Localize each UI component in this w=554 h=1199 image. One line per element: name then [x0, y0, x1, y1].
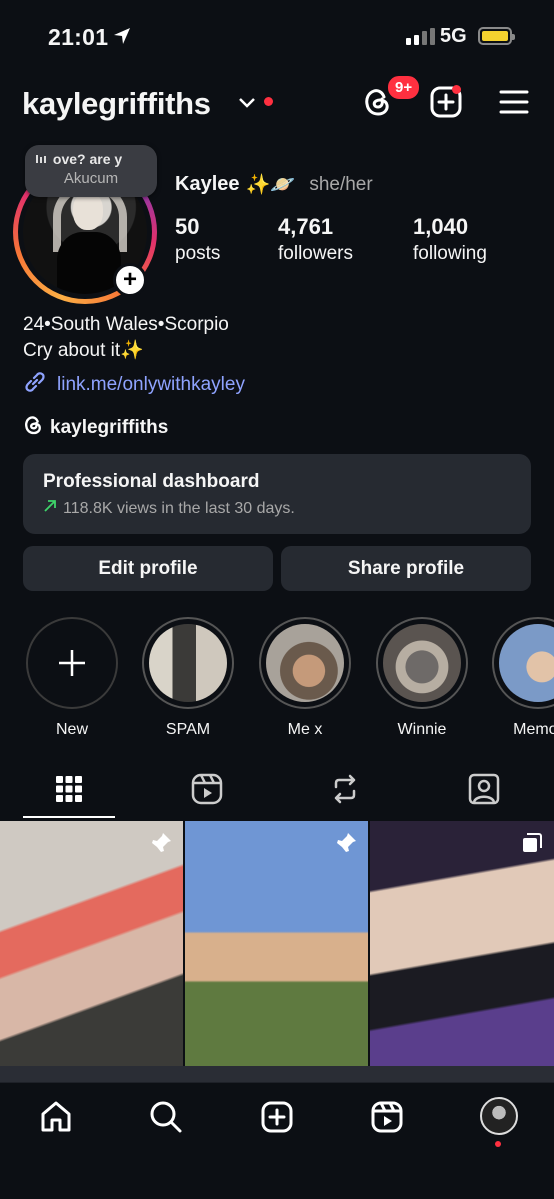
threads-badge[interactable]: kaylegriffiths	[23, 414, 168, 442]
highlight-me-x[interactable]: Me x	[259, 617, 351, 739]
stat-value: 1,040	[413, 214, 469, 239]
highlight-cover	[149, 624, 227, 702]
plus-icon	[59, 650, 85, 676]
bio-line: 24•South Wales•Scorpio	[23, 314, 229, 335]
profile-header: kaylegriffiths 9+	[0, 74, 554, 128]
note-author: Akucum	[63, 170, 119, 187]
add-story-icon[interactable]: +	[113, 263, 147, 297]
bio-line: Cry about it✨	[23, 340, 144, 361]
profile-tabs	[0, 766, 554, 820]
profile-notification-dot	[495, 1141, 501, 1147]
highlight-memories[interactable]: Memor	[492, 617, 554, 739]
location-arrow-icon	[112, 26, 132, 51]
highlight-winnie[interactable]: Winnie	[376, 617, 468, 739]
create-icon[interactable]	[257, 1097, 297, 1137]
link-text: link.me/onlywithkayley	[57, 374, 245, 395]
note-bubble[interactable]: ove? are y Akucum	[25, 145, 157, 197]
pronouns: she/her	[309, 173, 373, 195]
unread-dot	[264, 97, 273, 106]
highlight-new[interactable]: New	[26, 617, 118, 739]
pin-icon	[149, 831, 173, 860]
tagged-icon[interactable]	[438, 766, 530, 812]
bottom-nav	[0, 1082, 554, 1199]
stat-label: posts	[175, 243, 221, 264]
share-profile-button[interactable]: Share profile	[281, 546, 531, 591]
highlight-label: Memor	[513, 721, 554, 738]
signal-icon	[406, 28, 435, 45]
battery-icon	[478, 27, 515, 45]
active-tab-indicator	[23, 816, 115, 818]
new-highlight-circle	[26, 617, 118, 709]
reels-icon[interactable]	[367, 1097, 407, 1137]
profile-avatar[interactable]	[480, 1097, 518, 1135]
network-type: 5G	[440, 25, 467, 47]
grid-post[interactable]	[370, 821, 554, 1066]
stat-value: 50	[175, 214, 200, 239]
highlight-label: SPAM	[165, 721, 211, 738]
threads-handle: kaylegriffiths	[50, 417, 169, 438]
reposts-icon[interactable]	[299, 766, 391, 812]
post-grid	[0, 821, 554, 1083]
grid-post[interactable]	[185, 821, 368, 1066]
name-row: Kaylee ✨🪐 she/her	[175, 172, 373, 197]
menu-icon[interactable]	[496, 82, 532, 122]
pin-icon	[334, 831, 358, 860]
stat-following[interactable]: 1,040 following	[413, 214, 487, 265]
notification-badge: 9+	[386, 74, 422, 101]
stat-label: followers	[278, 243, 353, 264]
note-text-row: ove? are y	[35, 151, 147, 167]
dashboard-subtitle-row: 118.8K views in the last 30 days.	[43, 499, 511, 518]
bio: 24•South Wales•Scorpio Cry about it✨	[23, 312, 229, 364]
reels-icon[interactable]	[161, 766, 253, 812]
stat-value: 4,761	[278, 214, 334, 239]
display-name: Kaylee	[175, 173, 240, 195]
grid-post[interactable]	[0, 821, 183, 1066]
grid-next-row	[0, 1066, 554, 1082]
stat-label: following	[413, 243, 487, 264]
threads-icon	[23, 414, 43, 442]
highlight-cover	[499, 624, 554, 702]
highlight-label: New	[55, 721, 88, 738]
audio-bars-icon	[35, 151, 49, 167]
highlight-cover	[383, 624, 461, 702]
chevron-down-icon[interactable]	[238, 96, 256, 114]
name-emoji: ✨🪐	[245, 174, 296, 196]
new-post-dot	[452, 85, 461, 94]
stat-posts[interactable]: 50 posts	[175, 214, 220, 265]
dashboard-title: Professional dashboard	[43, 471, 260, 492]
link-icon	[23, 370, 47, 400]
dashboard-subtitle: 118.8K views in the last 30 days.	[63, 499, 295, 517]
highlight-label: Winnie	[397, 721, 447, 738]
trend-up-icon	[43, 499, 57, 518]
bio-link[interactable]: link.me/onlywithkayley	[23, 370, 245, 400]
highlight-cover	[266, 624, 344, 702]
professional-dashboard[interactable]: Professional dashboard 118.8K views in t…	[23, 454, 531, 534]
home-icon[interactable]	[36, 1097, 76, 1137]
carousel-icon	[520, 831, 544, 860]
highlight-label: Me x	[287, 721, 323, 738]
stat-followers[interactable]: 4,761 followers	[278, 214, 353, 265]
status-bar: 21:01 5G	[0, 0, 554, 74]
highlight-spam[interactable]: SPAM	[142, 617, 234, 739]
status-time: 21:01	[48, 24, 109, 50]
account-switcher-username[interactable]: kaylegriffiths	[22, 86, 211, 122]
edit-profile-button[interactable]: Edit profile	[23, 546, 273, 591]
grid-icon[interactable]	[23, 766, 115, 812]
note-text: ove? are y	[52, 151, 123, 167]
search-icon[interactable]	[146, 1097, 186, 1137]
